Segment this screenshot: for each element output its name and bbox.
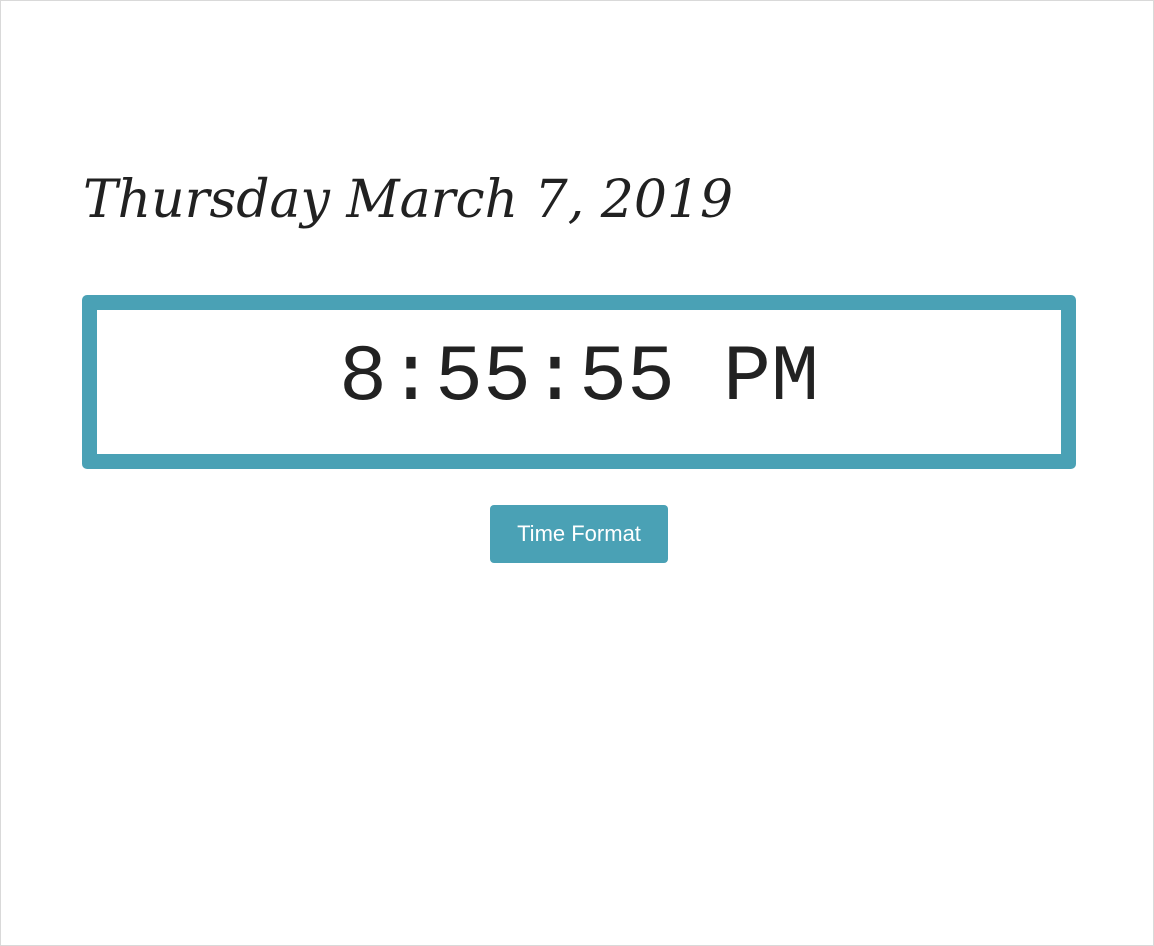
date-heading: Thursday March 7, 2019 [83,170,734,230]
time-format-button[interactable]: Time Format [490,505,668,563]
clock-time: 8:55:55 PM [338,333,820,424]
clock-display: 8:55:55 PM [82,295,1076,469]
clock-page: Thursday March 7, 2019 8:55:55 PM Time F… [0,0,1154,946]
